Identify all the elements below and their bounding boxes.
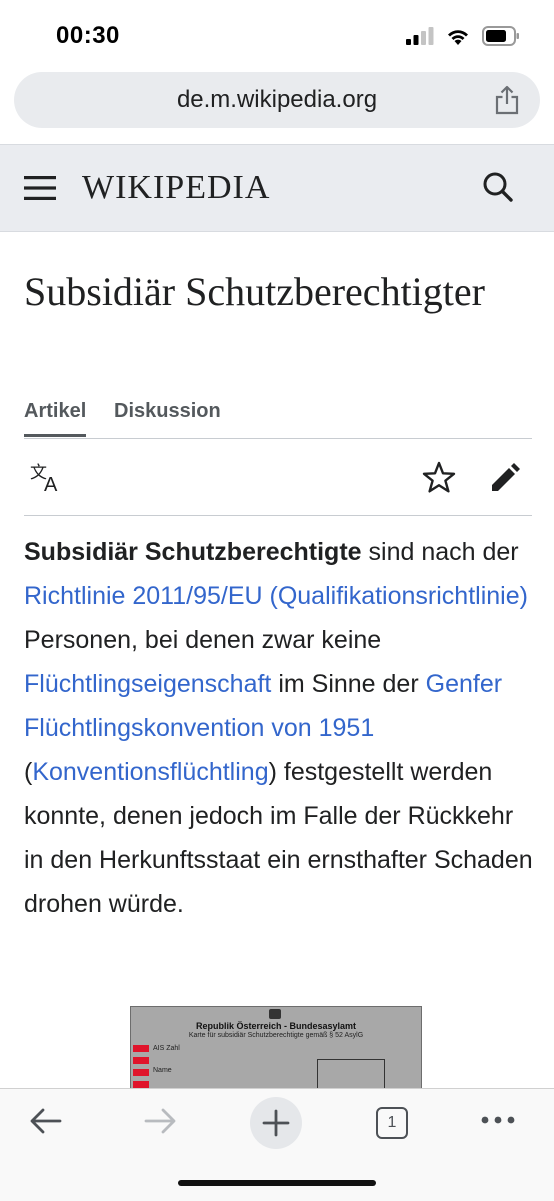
tabs-icon[interactable]: 1 [376, 1107, 408, 1139]
link-richtlinie[interactable]: Richtlinie 2011/95/EU (Qualifikationsric… [24, 582, 528, 610]
more-icon[interactable] [480, 1115, 516, 1125]
red-marker [133, 1069, 149, 1076]
url-text[interactable]: de.m.wikipedia.org [14, 86, 540, 114]
red-marker [133, 1057, 149, 1064]
paragraph-text: Personen, bei denen zwar keine [24, 626, 382, 654]
red-marker [133, 1045, 149, 1052]
tab-diskussion[interactable]: Diskussion [114, 400, 221, 423]
menu-icon[interactable] [24, 175, 56, 201]
status-time: 00:30 [56, 22, 120, 49]
image-subheading: Karte für subsidiär Schutzberechtigte ge… [188, 1032, 364, 1039]
language-icon[interactable]: 文 A [30, 461, 66, 493]
edit-icon[interactable] [490, 461, 522, 493]
home-indicator[interactable] [178, 1180, 376, 1186]
new-tab-button[interactable] [250, 1097, 302, 1149]
image-field-label: AIS Zahl [153, 1045, 180, 1052]
wifi-icon [448, 30, 468, 45]
forward-icon[interactable] [142, 1103, 178, 1139]
back-icon[interactable] [28, 1103, 64, 1139]
wiki-header: WIKIPEDIA [0, 144, 554, 232]
intro-paragraph: Subsidiär Schutzberechtigte sind nach de… [24, 530, 539, 926]
article-tabs: Artikel Diskussion [24, 396, 532, 439]
image-field-label: Name [153, 1067, 172, 1074]
image-heading: Republik Österreich - Bundesasylamt [195, 1021, 357, 1031]
paragraph-text: im Sinne der [271, 670, 426, 698]
article-image[interactable]: Republik Österreich - Bundesasylamt Kart… [130, 1006, 422, 1090]
link-konventionsfluechtling[interactable]: Konventionsflüchtling [32, 758, 268, 786]
austria-emblem-icon [269, 1009, 281, 1019]
wikipedia-logo[interactable]: WIKIPEDIA [82, 169, 270, 207]
red-marker [133, 1081, 149, 1088]
star-icon[interactable] [422, 461, 456, 493]
tab-artikel[interactable]: Artikel [24, 400, 87, 437]
status-bar: 00:30 [0, 0, 554, 70]
paragraph-text: sind nach der [361, 538, 519, 566]
new-tab-icon [262, 1109, 290, 1137]
page-title: Subsidiär Schutzberechtigter [24, 269, 485, 314]
battery-icon [482, 26, 519, 46]
link-fluechtlingseigenschaft[interactable]: Flüchtlingseigenschaft [24, 670, 271, 698]
lead-term: Subsidiär Schutzberechtigte [24, 538, 362, 566]
address-bar[interactable]: de.m.wikipedia.org [14, 72, 540, 128]
page-actions: 文 A [24, 439, 532, 516]
share-icon[interactable] [494, 85, 520, 115]
photo-box [317, 1059, 385, 1089]
svg-text:A: A [44, 474, 58, 493]
signal-icon [406, 27, 434, 45]
search-icon[interactable] [482, 171, 514, 203]
